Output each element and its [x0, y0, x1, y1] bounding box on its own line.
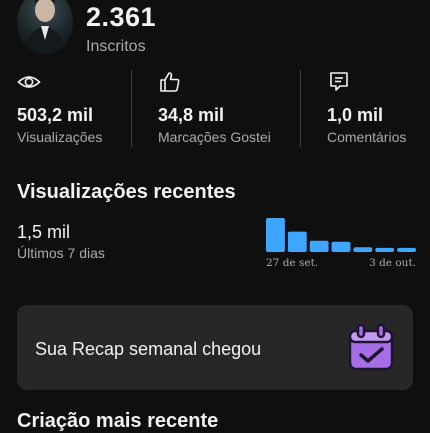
chart-bar [331, 241, 351, 252]
weekly-recap-card[interactable]: Sua Recap semanal chegou [17, 305, 413, 390]
chart-bar [375, 247, 395, 252]
recent-views-title: Visualizações recentes [17, 181, 236, 203]
recent-views-chart[interactable]: 27 de set. 3 de out. [262, 212, 418, 272]
channel-header: 2.361 Inscritos [0, 0, 430, 64]
divider [131, 70, 132, 147]
chart-bar [266, 218, 285, 252]
chart-bar [397, 247, 416, 252]
chart-bar [287, 231, 307, 252]
chart-bar [309, 240, 329, 252]
stat-label: Marcações Gostei [158, 129, 271, 145]
recent-views-period: Últimos 7 dias [17, 245, 105, 261]
recap-text: Sua Recap semanal chegou [35, 339, 262, 359]
stat-value: 1,0 mil [327, 105, 384, 125]
stat-value: 34,8 mil [158, 105, 225, 125]
calendar-check-icon [348, 323, 394, 371]
stats-row: 503,2 mil Visualizações 34,8 mil Marcaçõ… [0, 68, 430, 148]
eye-icon [17, 76, 41, 88]
recent-views-value: 1,5 mil [17, 222, 71, 242]
chart-bar [353, 247, 373, 252]
thumbs-up-icon [160, 72, 180, 92]
chart-tick-label: 3 de out. [369, 257, 416, 269]
avatar[interactable] [17, 0, 73, 54]
comment-icon [330, 72, 348, 91]
subscriber-label: Inscritos [86, 38, 146, 55]
divider [300, 70, 301, 147]
subscriber-count: 2.361 [86, 2, 157, 32]
stat-label: Comentários [327, 129, 407, 145]
chart-tick-label: 27 de set. [266, 257, 318, 269]
stat-label: Visualizações [17, 129, 103, 145]
avatar-figure-icon [23, 0, 67, 54]
stat-value: 503,2 mil [17, 105, 94, 125]
